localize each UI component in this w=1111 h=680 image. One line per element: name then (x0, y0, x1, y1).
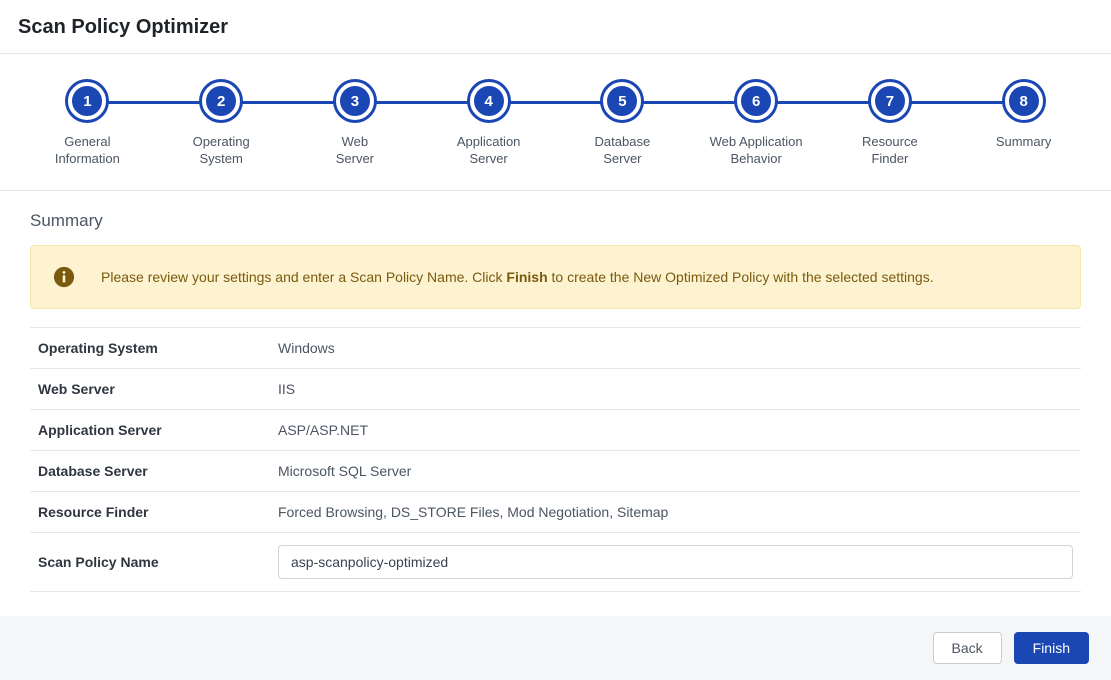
table-row-policy-name: Scan Policy Name (30, 532, 1081, 591)
row-value: Forced Browsing, DS_STORE Files, Mod Neg… (270, 491, 1081, 532)
finish-button[interactable]: Finish (1014, 632, 1089, 664)
info-icon (53, 266, 75, 288)
wizard-footer: Back Finish (0, 616, 1111, 680)
step-label: Summary (996, 134, 1052, 151)
table-row: Database ServerMicrosoft SQL Server (30, 450, 1081, 491)
section-heading: Summary (30, 211, 1081, 231)
page-title: Scan Policy Optimizer (0, 0, 1111, 54)
row-value: IIS (270, 368, 1081, 409)
step-connector (890, 101, 1024, 104)
step-label: Web Application Behavior (710, 134, 803, 168)
step-circle: 7 (871, 82, 909, 120)
step-connector (87, 101, 221, 104)
wizard-step-2[interactable]: 2 Operating System (154, 82, 288, 168)
wizard-step-7[interactable]: 7 Resource Finder (823, 82, 957, 168)
info-banner-bold: Finish (506, 269, 547, 285)
row-value (270, 532, 1081, 591)
step-label: Database Server (595, 134, 651, 168)
info-banner-text: Please review your settings and enter a … (101, 269, 934, 285)
wizard-step-1[interactable]: 1 General Information (21, 82, 155, 168)
table-row: Operating SystemWindows (30, 327, 1081, 368)
wizard-step-3[interactable]: 3 Web Server (288, 82, 422, 168)
row-label: Database Server (30, 450, 270, 491)
wizard-step-4[interactable]: 4 Application Server (422, 82, 556, 168)
step-connector (355, 101, 489, 104)
scan-policy-name-input[interactable] (278, 545, 1073, 579)
summary-section: Summary Please review your settings and … (0, 191, 1111, 616)
step-label: Resource Finder (862, 134, 918, 168)
row-label: Application Server (30, 409, 270, 450)
wizard-step-8[interactable]: 8 Summary (957, 82, 1091, 151)
step-label: Operating System (193, 134, 250, 168)
step-circle: 4 (470, 82, 508, 120)
table-row: Web ServerIIS (30, 368, 1081, 409)
step-connector (622, 101, 756, 104)
info-banner-suffix: to create the New Optimized Policy with … (548, 269, 934, 285)
row-label: Resource Finder (30, 491, 270, 532)
row-label: Scan Policy Name (30, 532, 270, 591)
table-row: Resource FinderForced Browsing, DS_STORE… (30, 491, 1081, 532)
step-connector (221, 101, 355, 104)
table-row: Application ServerASP/ASP.NET (30, 409, 1081, 450)
step-label: General Information (55, 134, 120, 168)
back-button[interactable]: Back (933, 632, 1002, 664)
row-value: Microsoft SQL Server (270, 450, 1081, 491)
step-circle: 1 (68, 82, 106, 120)
stepper-container: 1 General Information 2 Operating System 3 We… (0, 54, 1111, 191)
step-circle: 3 (336, 82, 374, 120)
step-circle: 8 (1005, 82, 1043, 120)
wizard-step-6[interactable]: 6 Web Application Behavior (689, 82, 823, 168)
row-label: Web Server (30, 368, 270, 409)
step-connector (756, 101, 890, 104)
step-label: Web Server (336, 134, 374, 168)
info-banner-prefix: Please review your settings and enter a … (101, 269, 506, 285)
step-label: Application Server (457, 134, 521, 168)
summary-table: Operating SystemWindowsWeb ServerIISAppl… (30, 327, 1081, 592)
wizard-step-5[interactable]: 5 Database Server (556, 82, 690, 168)
row-label: Operating System (30, 327, 270, 368)
step-circle: 5 (603, 82, 641, 120)
info-banner: Please review your settings and enter a … (30, 245, 1081, 309)
step-circle: 2 (202, 82, 240, 120)
row-value: ASP/ASP.NET (270, 409, 1081, 450)
step-circle: 6 (737, 82, 775, 120)
step-connector (489, 101, 623, 104)
row-value: Windows (270, 327, 1081, 368)
